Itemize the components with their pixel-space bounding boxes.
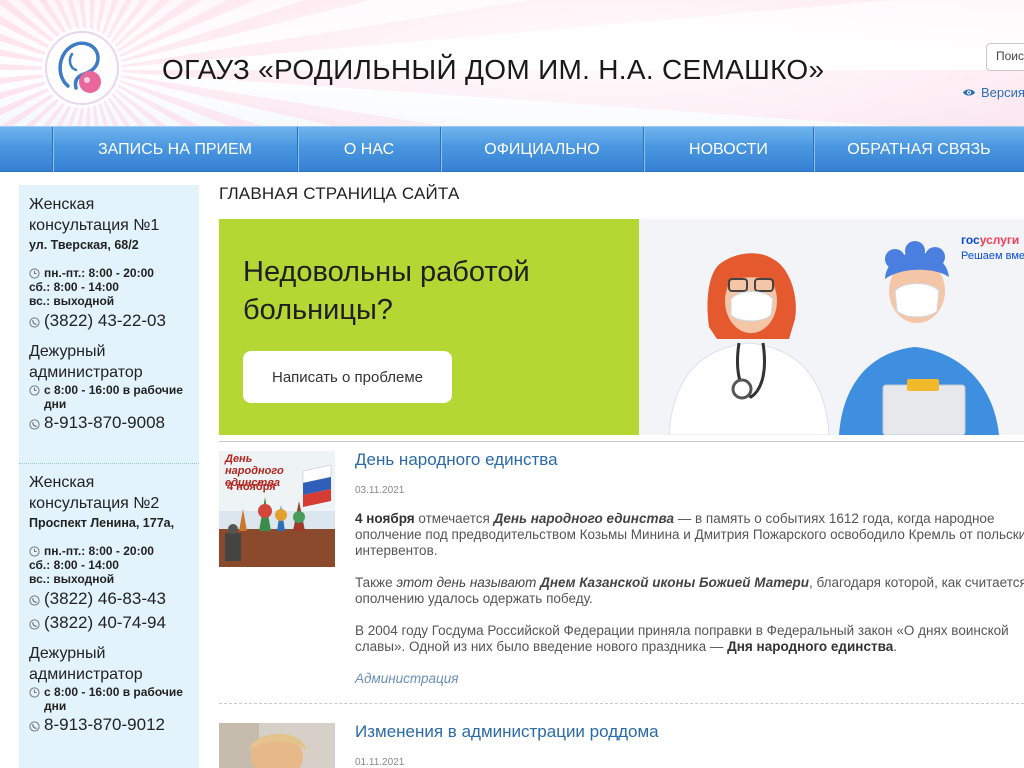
clinic2-duty-title: Дежурный администратор <box>29 645 143 683</box>
low-vision-label: Версия для слабовидящих <box>981 85 1024 100</box>
clinic2-phone-1[interactable]: (3822) 46-83-43 <box>29 587 197 611</box>
news-p1-bold-1: 4 ноября <box>355 511 415 526</box>
search-input[interactable]: Поиск <box>986 43 1024 71</box>
news-p1-text-1: отмечается <box>414 511 494 526</box>
gosuslugi-banner[interactable]: Недовольны работой больницы? Написать о … <box>219 219 1024 435</box>
news-date: 01.11.2021 <box>355 757 405 768</box>
news-p3-text-2: . <box>893 639 897 654</box>
doctors-illustration-icon <box>668 241 999 435</box>
clinic2-duty-hours: с 8:00 - 16:00 в рабочие дни <box>29 685 197 713</box>
thumb-date: 4 ноября <box>227 481 276 493</box>
clinic1-duty-hours-text: с 8:00 - 16:00 в рабочие дни <box>44 383 183 411</box>
page-title: Главная страница сайта <box>219 184 460 203</box>
banner-left-panel: Недовольны работой больницы? Написать о … <box>219 219 639 435</box>
site-title: ОГАУЗ «РОДИЛЬНЫЙ ДОМ ИМ. Н.А. СЕМАШКО» <box>162 54 825 85</box>
news-p3-bold: Дня народного единства <box>727 639 894 654</box>
clock-icon <box>29 268 40 279</box>
clinic1-phone-number: (3822) 43-22-03 <box>44 311 166 330</box>
clinic1-address: ул. Тверская, 68/2 <box>29 238 139 252</box>
clinic2-title: Женская консультация №2 <box>29 474 160 512</box>
clinic1-duty-title: Дежурный администратор <box>29 343 143 381</box>
phone-icon <box>29 418 40 430</box>
banner-right-panel: госуслуги Решаем вместе <box>639 219 1024 435</box>
write-problem-button[interactable]: Написать о проблеме <box>243 351 452 403</box>
news-author-link[interactable]: Администрация <box>355 671 458 686</box>
news-title-admin-changes[interactable]: Изменения в администрации роддома <box>355 722 659 742</box>
clinic1-phone[interactable]: (3822) 43-22-03 <box>29 309 197 333</box>
section-divider <box>219 441 1024 442</box>
eye-icon <box>963 89 975 96</box>
clinic1-duty-phone[interactable]: 8-913-870-9008 <box>29 411 197 435</box>
clinic2-duty-phone-number: 8-913-870-9012 <box>44 715 165 734</box>
phone-icon <box>29 618 40 630</box>
clinic2-hours-weekday: пн.-пт.: 8:00 - 20:00 <box>44 544 154 558</box>
phone-icon <box>29 316 40 328</box>
news-thumbnail-unity-day[interactable]: День народного единства 4 ноября <box>219 451 335 567</box>
news-thumbnail-admin-changes[interactable] <box>219 723 335 768</box>
nav-item-news[interactable]: Новости <box>643 127 813 172</box>
phone-icon <box>29 720 40 732</box>
clinic1-hours: пн.-пт.: 8:00 - 20:00 сб.: 8:00 - 14:00 … <box>29 266 197 308</box>
low-vision-link[interactable]: Версия для слабовидящих <box>962 85 1024 100</box>
clinic2-phone-number-2: (3822) 40-74-94 <box>44 613 166 632</box>
clock-icon <box>29 687 40 698</box>
nav-item-appointment[interactable]: Запись на прием <box>52 127 297 172</box>
news-paragraph-2: Также этот день называют Днем Казанской … <box>355 575 1024 607</box>
clinic1-duty-phone-number: 8-913-870-9008 <box>44 413 165 432</box>
clinic1-hours-sunday: вс.: выходной <box>29 294 115 308</box>
clinic2-block: Женская консультация №2 Проспект Ленина,… <box>29 472 197 737</box>
nav-item-feedback[interactable]: Обратная связь <box>813 127 1024 172</box>
clinic1-hours-weekday: пн.-пт.: 8:00 - 20:00 <box>44 266 154 280</box>
news-p2-italic: этот день называют <box>396 575 537 590</box>
news-p2-text-1: Также <box>355 575 397 590</box>
clinic2-address: Проспект Ленина, 177а, <box>29 516 175 530</box>
clinic2-duty-phone[interactable]: 8-913-870-9012 <box>29 713 197 737</box>
clock-icon <box>29 546 40 557</box>
news-p3-text-1: В 2004 году Госдума Российской Федерации… <box>355 623 1009 654</box>
news-paragraph-3: В 2004 году Госдума Российской Федерации… <box>355 623 1024 655</box>
clinic1-duty-hours: с 8:00 - 16:00 в рабочие дни <box>29 383 197 411</box>
clock-icon <box>29 385 40 396</box>
clinic2-hours-sunday: вс.: выходной <box>29 572 115 586</box>
logo-mother-child-icon[interactable] <box>38 24 126 112</box>
news-p2-bold: Днем Казанской иконы Божией Матери <box>540 575 810 590</box>
clinic2-phone-number-1: (3822) 46-83-43 <box>44 589 166 608</box>
phone-icon <box>29 594 40 606</box>
nav-item-about[interactable]: О нас <box>297 127 440 172</box>
main-nav: Запись на прием О нас Официально Новости… <box>0 126 1024 172</box>
banner-headline: Недовольны работой больницы? <box>243 256 530 326</box>
sidebar-divider <box>19 463 199 464</box>
clinic2-phone-2[interactable]: (3822) 40-74-94 <box>29 611 197 635</box>
clinic2-hours-saturday: сб.: 8:00 - 14:00 <box>29 558 119 572</box>
nav-item-official[interactable]: Официально <box>440 127 643 172</box>
clinic1-block: Женская консультация №1 ул. Тверская, 68… <box>29 194 197 435</box>
news-divider <box>219 703 1024 704</box>
site-header: ОГАУЗ «РОДИЛЬНЫЙ ДОМ ИМ. Н.А. СЕМАШКО» П… <box>0 0 1024 126</box>
clinic1-title: Женская консультация №1 <box>29 196 160 234</box>
person-photo-icon <box>219 723 335 768</box>
news-title-unity-day[interactable]: День народного единства <box>355 450 558 470</box>
news-p1-bold-2: День народного единства <box>493 511 674 526</box>
news-date: 03.11.2021 <box>355 485 405 496</box>
clinic2-duty-hours-text: с 8:00 - 16:00 в рабочие дни <box>44 685 183 713</box>
sidebar: Женская консультация №1 ул. Тверская, 68… <box>19 185 199 768</box>
clinic2-hours: пн.-пт.: 8:00 - 20:00 сб.: 8:00 - 14:00 … <box>29 544 197 586</box>
clinic1-hours-saturday: сб.: 8:00 - 14:00 <box>29 280 119 294</box>
news-paragraph-1: 4 ноября отмечается День народного единс… <box>355 511 1024 559</box>
